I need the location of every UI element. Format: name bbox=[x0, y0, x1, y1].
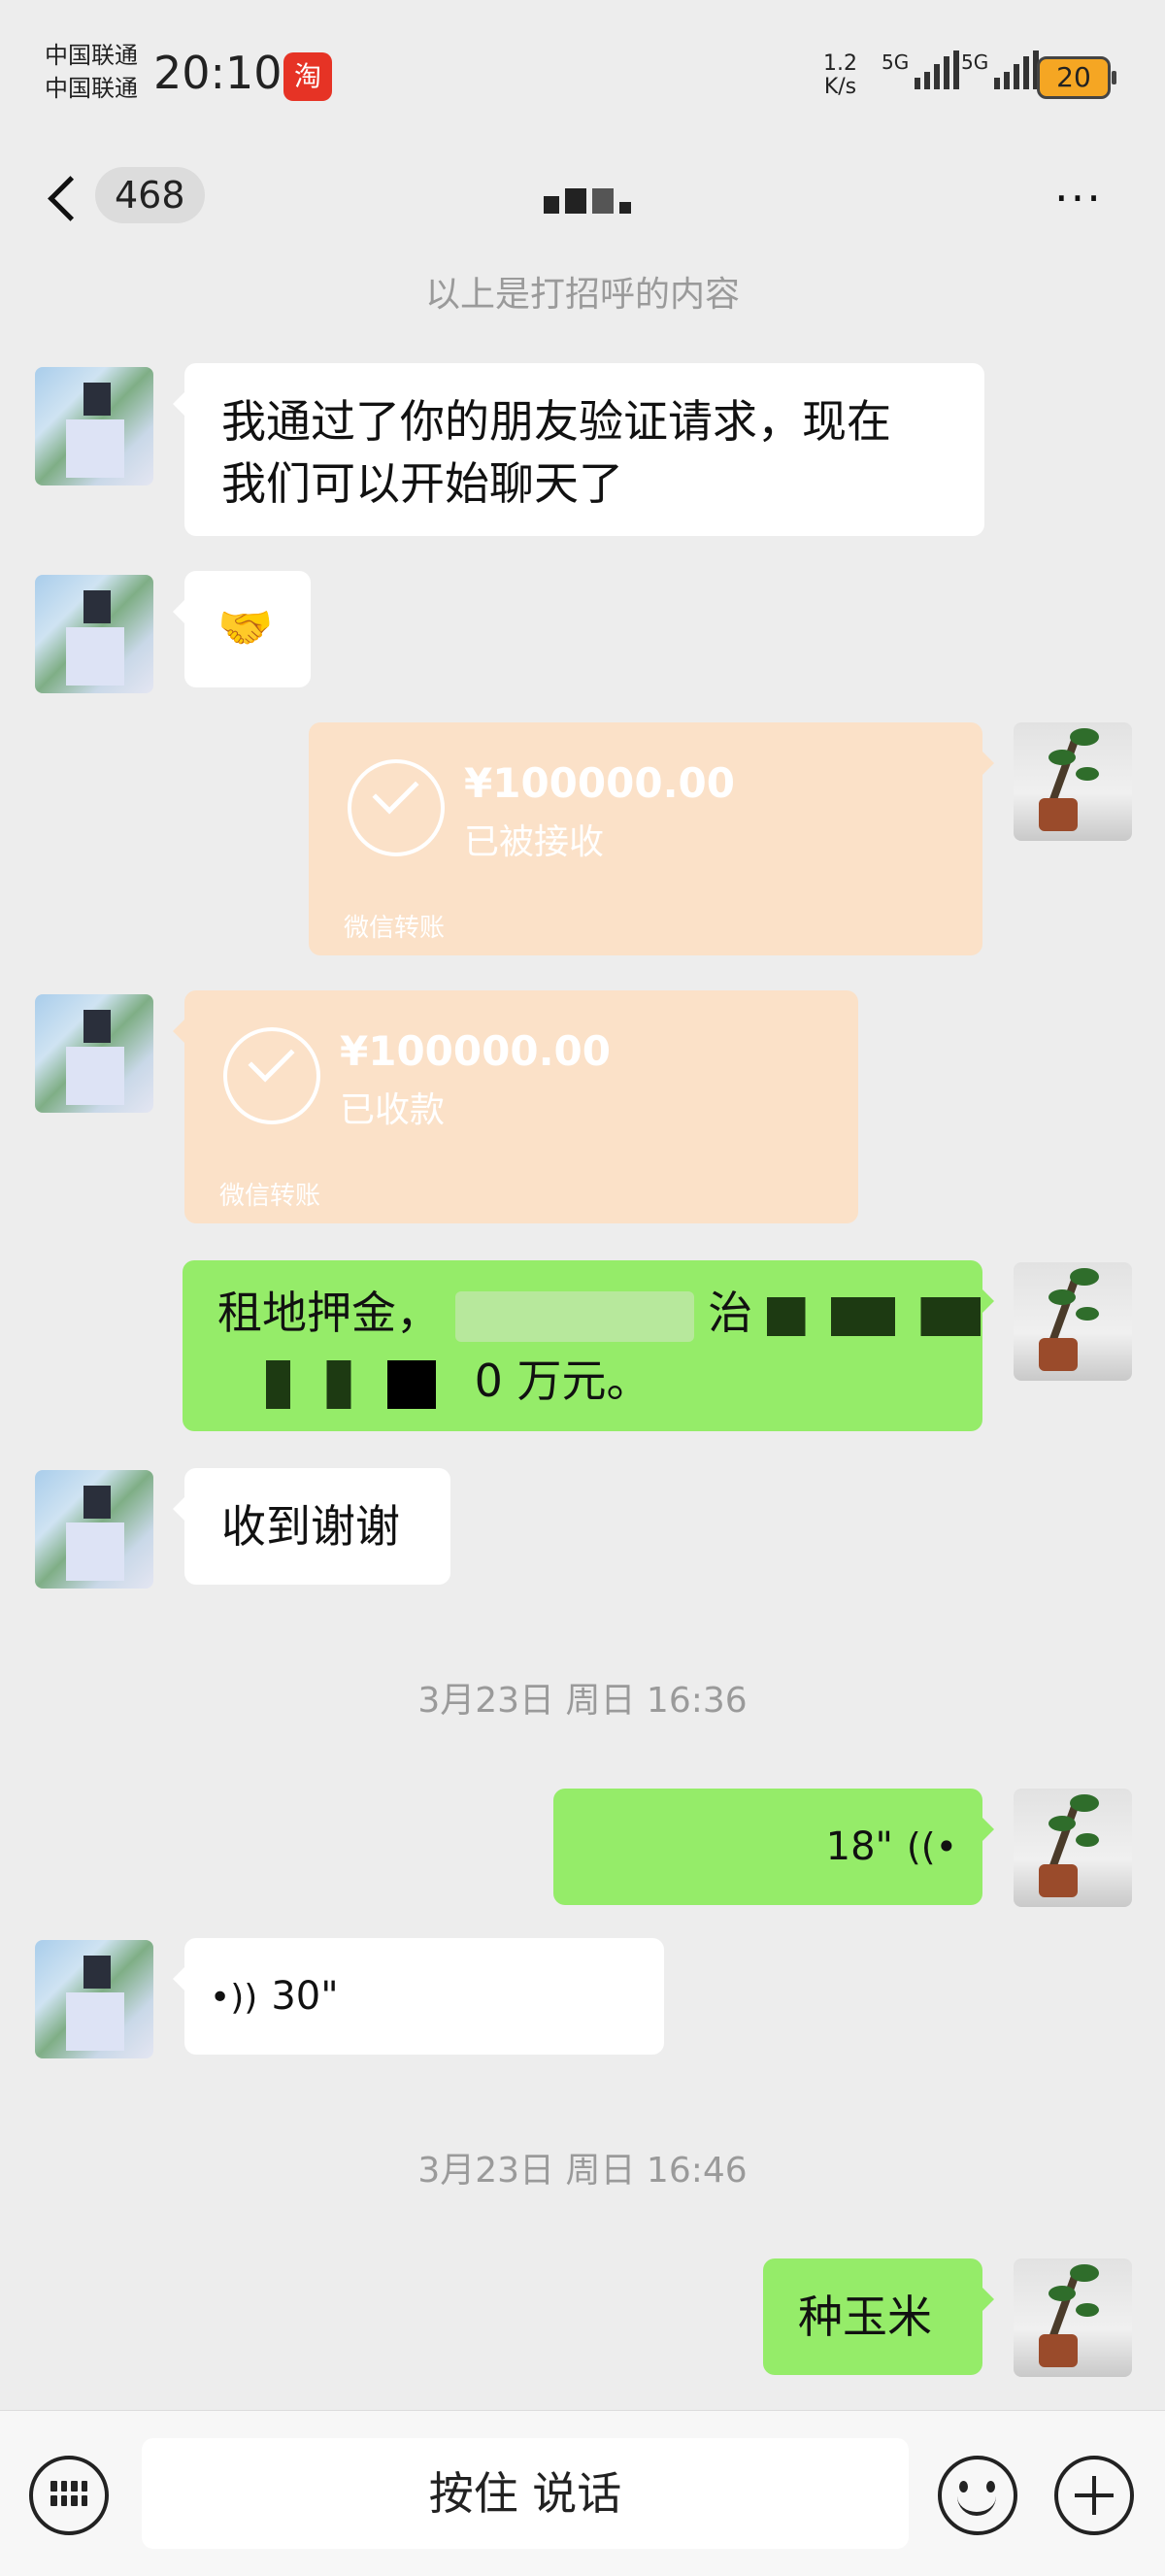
contact-name-redacted bbox=[544, 188, 631, 214]
plus-icon[interactable] bbox=[1054, 2456, 1134, 2535]
sent-message-bubble[interactable]: 种玉米 bbox=[763, 2258, 994, 2375]
timestamp: 3月23日 周日 16:46 bbox=[417, 2151, 748, 2191]
redacted-text bbox=[766, 1296, 981, 1336]
contact-avatar[interactable] bbox=[35, 367, 153, 485]
my-avatar[interactable] bbox=[1014, 1262, 1132, 1381]
transfer-label: 微信转账 bbox=[344, 914, 446, 943]
voice-wave-icon: •)) bbox=[210, 1978, 258, 2018]
input-bar: 按住 说话 bbox=[0, 2410, 1165, 2576]
contact-avatar[interactable] bbox=[35, 575, 153, 693]
redacted-text bbox=[217, 1359, 460, 1409]
timestamp: 3月23日 周日 16:36 bbox=[417, 1681, 748, 1721]
keyboard-icon[interactable] bbox=[29, 2456, 109, 2535]
voice-duration: 30" bbox=[271, 1974, 339, 2019]
signal-1-icon: 5G bbox=[882, 50, 960, 89]
message-suffix: 0 万元。 bbox=[474, 1355, 651, 1407]
my-avatar[interactable] bbox=[1014, 1789, 1132, 1907]
contact-avatar[interactable] bbox=[35, 1940, 153, 2058]
greeting-notice: 以上是打招呼的内容 bbox=[424, 275, 740, 315]
emoji-icon[interactable] bbox=[938, 2456, 1017, 2535]
transfer-status: 已被接收 bbox=[464, 822, 605, 862]
chat-header: 468 ··· bbox=[0, 146, 1165, 252]
signal-2-icon: 5G bbox=[961, 50, 1040, 89]
status-bar: 中国联通 中国联通 20:10 淘 1.2 K/s 5G 5G 20 bbox=[0, 0, 1165, 146]
message-line-2: 0 万元。 bbox=[217, 1350, 651, 1412]
taobao-notification-icon: 淘 bbox=[283, 52, 332, 101]
message-prefix: 租地押金， bbox=[217, 1287, 441, 1339]
received-voice-message[interactable]: •)) 30" bbox=[173, 1938, 664, 2055]
transfer-status: 已收款 bbox=[340, 1090, 446, 1130]
sent-voice-message[interactable]: 18" ((• bbox=[553, 1789, 994, 1905]
voice-duration: 18" bbox=[825, 1824, 893, 1869]
sent-message-bubble[interactable]: 租地押金， 治 0 万元。 bbox=[183, 1260, 994, 1431]
transfer-label: 微信转账 bbox=[219, 1182, 321, 1211]
message-text: 我通过了你的朋友验证请求，现在 我们可以开始聊天了 bbox=[221, 390, 891, 515]
status-time: 20:10 bbox=[153, 47, 283, 99]
network-speed: 1.2 K/s bbox=[823, 52, 857, 99]
received-emoji-bubble[interactable]: 🤝 bbox=[173, 571, 311, 687]
redacted-text bbox=[454, 1290, 694, 1342]
signal-2-label: 5G bbox=[961, 50, 989, 74]
my-avatar[interactable] bbox=[1014, 2258, 1132, 2377]
carrier-labels: 中国联通 中国联通 bbox=[45, 39, 138, 105]
message-text: 收到谢谢 bbox=[221, 1500, 400, 1553]
signal-1-label: 5G bbox=[882, 50, 910, 74]
message-line-1: 租地押金， 治 bbox=[217, 1282, 981, 1344]
unread-count-badge[interactable]: 468 bbox=[95, 167, 205, 223]
more-options-icon[interactable]: ··· bbox=[1054, 176, 1103, 220]
my-avatar[interactable] bbox=[1014, 722, 1132, 841]
carrier-2: 中国联通 bbox=[45, 75, 138, 102]
network-speed-unit: K/s bbox=[823, 75, 857, 99]
contact-avatar[interactable] bbox=[35, 1470, 153, 1589]
voice-duration-row: 18" ((• bbox=[826, 1816, 957, 1878]
network-speed-value: 1.2 bbox=[823, 51, 857, 76]
contact-avatar[interactable] bbox=[35, 994, 153, 1113]
handshake-emoji: 🤝 bbox=[217, 601, 274, 653]
voice-wave-icon: ((• bbox=[906, 1825, 957, 1868]
check-circle-icon bbox=[348, 759, 445, 856]
transfer-amount: ¥100000.00 bbox=[464, 759, 735, 807]
voice-duration-row: •)) 30" bbox=[210, 1965, 339, 2029]
check-circle-icon bbox=[223, 1027, 320, 1124]
transfer-amount: ¥100000.00 bbox=[340, 1027, 611, 1075]
hold-to-talk-button[interactable]: 按住 说话 bbox=[142, 2438, 909, 2549]
message-text-line-1: 我通过了你的朋友验证请求，现在 bbox=[221, 395, 891, 448]
back-arrow-icon[interactable] bbox=[43, 169, 82, 227]
received-message-bubble[interactable]: 收到谢谢 bbox=[173, 1468, 450, 1585]
carrier-1: 中国联通 bbox=[45, 42, 138, 69]
sent-transfer-card[interactable]: ¥100000.00 已被接收 微信转账 bbox=[309, 722, 994, 955]
received-transfer-card[interactable]: ¥100000.00 已收款 微信转账 bbox=[173, 990, 858, 1223]
message-mid: 治 bbox=[708, 1287, 753, 1339]
message-text-line-2: 我们可以开始聊天了 bbox=[221, 457, 623, 510]
message-text: 种玉米 bbox=[798, 2291, 932, 2343]
received-message-bubble[interactable]: 我通过了你的朋友验证请求，现在 我们可以开始聊天了 bbox=[173, 363, 984, 536]
battery-icon: 20 bbox=[1037, 56, 1116, 99]
